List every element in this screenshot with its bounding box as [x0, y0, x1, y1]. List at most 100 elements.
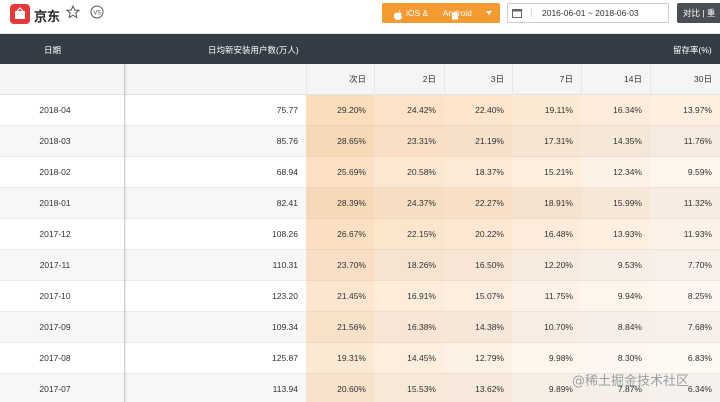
retention-cell: 20.60% [306, 374, 374, 402]
retention-cell: 13.97% [650, 95, 720, 126]
retention-cell: 16.91% [374, 281, 444, 312]
row-installs: 125.87 [272, 353, 298, 363]
retention-cell: 18.37% [444, 157, 512, 188]
header-installs: 日均新安装用户数(万人) [208, 45, 299, 55]
retention-cell: 24.37% [374, 188, 444, 219]
star-icon[interactable] [65, 4, 81, 21]
retention-cell: 11.75% [512, 281, 581, 312]
period-header[interactable]: 次日 [306, 64, 374, 95]
vs-compare-icon[interactable]: VS [90, 5, 104, 21]
table-row: 2018-04 75.77 29.20% 24.42% 22.40% 19.11% 16.3… [0, 95, 720, 126]
row-installs: 68.94 [276, 167, 298, 177]
retention-cell: 24.42% [374, 95, 444, 126]
retention-cell: 9.89% [512, 374, 581, 402]
retention-cell: 16.50% [444, 250, 512, 281]
header-date: 日期 [44, 45, 62, 55]
table-row: 2017-11 110.31 23.70% 18.26% 16.50% 12.20% 9.5… [0, 250, 720, 281]
retention-cell: 28.39% [306, 188, 374, 219]
retention-cell: 13.93% [581, 219, 650, 250]
period-header[interactable]: 14日 [581, 64, 650, 95]
row-date: 2017-10 [39, 291, 71, 301]
row-installs: 113.94 [272, 384, 298, 394]
retention-cell: 25.69% [306, 157, 374, 188]
row-installs: 109.34 [272, 322, 298, 332]
retention-cell: 9.59% [650, 157, 720, 188]
retention-cell: 21.45% [306, 281, 374, 312]
retention-cell: 22.40% [444, 95, 512, 126]
retention-cell: 10.70% [512, 312, 581, 343]
period-header[interactable]: 30日 [650, 64, 720, 95]
retention-cell: 15.21% [512, 157, 581, 188]
calendar-icon [512, 8, 532, 18]
svg-text:VS: VS [93, 9, 101, 16]
row-installs: 75.77 [276, 105, 298, 115]
row-date: 2017-09 [39, 322, 71, 332]
retention-cell: 11.32% [650, 188, 720, 219]
app-name: 京东 [34, 9, 61, 24]
table-row: 2017-10 123.20 21.45% 16.91% 15.07% 11.75% 9.9… [0, 281, 720, 312]
period-header[interactable]: 2日 [374, 64, 444, 95]
retention-cell: 9.94% [581, 281, 650, 312]
platform-label: iOS & Android [406, 8, 472, 18]
header-retention: 留存率(%) [673, 45, 712, 55]
retention-cell: 12.34% [581, 157, 650, 188]
table-row: 2018-01 82.41 28.39% 24.37% 22.27% 18.91% 15.9… [0, 188, 720, 219]
period-header[interactable]: 3日 [444, 64, 512, 95]
retention-cell: 18.91% [512, 188, 581, 219]
retention-cell: 11.93% [650, 219, 720, 250]
retention-cell: 23.70% [306, 250, 374, 281]
row-installs: 110.31 [272, 260, 298, 270]
row-date: 2017-08 [39, 353, 71, 363]
row-date: 2018-03 [39, 136, 71, 146]
retention-cell: 11.76% [650, 126, 720, 157]
chevron-down-icon [486, 11, 492, 15]
jd-app-logo [10, 4, 30, 24]
retention-cell: 12.20% [512, 250, 581, 281]
table-row: 2018-02 68.94 25.69% 20.58% 18.37% 15.21% 12.3… [0, 157, 720, 188]
retention-cell: 9.53% [581, 250, 650, 281]
row-date: 2018-01 [39, 198, 71, 208]
table-header: 日期 日均新安装用户数(万人) 留存率(%) [0, 34, 720, 64]
retention-cell: 7.68% [650, 312, 720, 343]
frozen-column-shadow [124, 64, 128, 402]
table-row: 2017-09 109.34 21.56% 16.38% 14.38% 10.70% 8.8… [0, 312, 720, 343]
retention-cell: 9.98% [512, 343, 581, 374]
retention-cell: 13.62% [444, 374, 512, 402]
retention-cell: 19.31% [306, 343, 374, 374]
watermark: @稀土掘金技术社区 [572, 374, 690, 389]
table-row: 2017-12 108.26 26.67% 22.15% 20.22% 16.48% 13.… [0, 219, 720, 250]
retention-cell: 15.53% [374, 374, 444, 402]
retention-cell: 16.34% [581, 95, 650, 126]
period-header[interactable]: 7日 [512, 64, 581, 95]
retention-cell: 21.19% [444, 126, 512, 157]
date-range-text: 2016-06-01 ~ 2018-06-03 [542, 8, 639, 18]
date-range-picker[interactable]: 2016-06-01 ~ 2018-06-03 [507, 3, 669, 23]
row-date: 2017-12 [39, 229, 71, 239]
row-installs: 108.26 [272, 229, 298, 239]
retention-cell: 16.38% [374, 312, 444, 343]
retention-cell: 15.99% [581, 188, 650, 219]
table-row: 2018-03 85.76 28.65% 23.31% 21.19% 17.31% 14.3… [0, 126, 720, 157]
retention-cell: 20.58% [374, 157, 444, 188]
retention-period-header: 次日 2日 3日 7日 14日 30日 [0, 64, 720, 95]
retention-cell: 29.20% [306, 95, 374, 126]
retention-cell: 7.70% [650, 250, 720, 281]
retention-cell: 12.79% [444, 343, 512, 374]
retention-cell: 17.31% [512, 126, 581, 157]
retention-cell: 23.31% [374, 126, 444, 157]
top-bar: 京东 VS iOS & Android 2016-06-01 ~ 2018-06… [0, 0, 720, 34]
retention-cell: 22.15% [374, 219, 444, 250]
compare-button[interactable]: 对比 | 重 [677, 3, 720, 23]
row-installs: 82.41 [276, 198, 298, 208]
apple-icon [394, 7, 402, 27]
row-date: 2018-02 [39, 167, 71, 177]
retention-cell: 20.22% [444, 219, 512, 250]
retention-cell: 18.26% [374, 250, 444, 281]
row-installs: 85.76 [276, 136, 298, 146]
retention-cell: 16.48% [512, 219, 581, 250]
platform-dropdown[interactable]: iOS & Android [382, 3, 500, 23]
retention-cell: 26.67% [306, 219, 374, 250]
row-date: 2017-11 [39, 260, 71, 270]
retention-cell: 8.25% [650, 281, 720, 312]
row-date: 2018-04 [39, 105, 71, 115]
